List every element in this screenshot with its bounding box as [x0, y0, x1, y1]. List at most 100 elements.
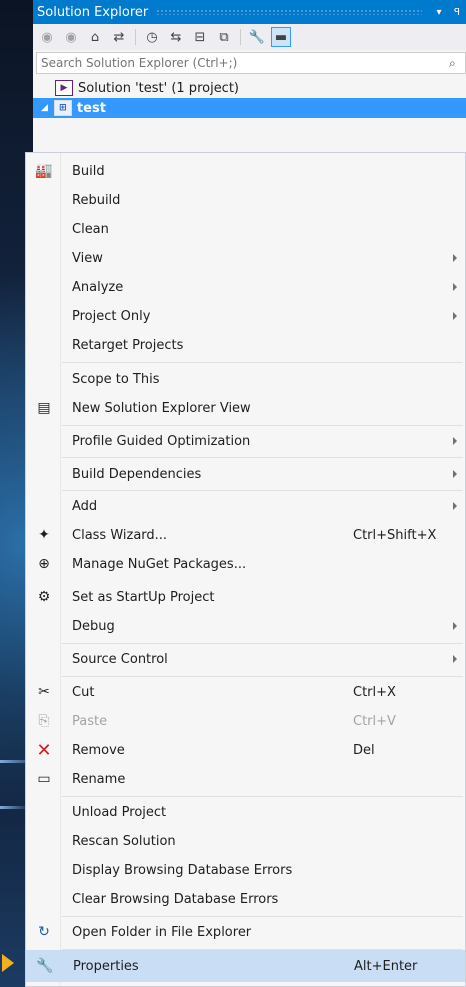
solution-explorer-titlebar: Solution Explorer ▾ ꟼ	[33, 0, 466, 24]
menu-separator	[62, 362, 463, 363]
menu-item-rescan-solution[interactable]: Rescan Solution	[26, 826, 465, 856]
menu-item-unload-project[interactable]: Unload Project	[26, 797, 465, 827]
menu-item-shortcut: Ctrl+X	[353, 684, 396, 700]
menu-item-label: Open Folder in File Explorer	[72, 924, 252, 940]
menu-item-shortcut: Ctrl+V	[353, 713, 396, 729]
tree-item-solution[interactable]: ▶ Solution 'test' (1 project)	[33, 78, 466, 98]
wrench-icon: 🔧	[36, 958, 54, 974]
expand-arrow-icon[interactable]: ◢	[41, 103, 48, 113]
preview-icon[interactable]: ▬	[271, 27, 291, 47]
search-input[interactable]	[37, 55, 449, 71]
menu-item-label: Rename	[72, 771, 126, 787]
menu-item-label: Rescan Solution	[72, 833, 176, 849]
menu-item-set-as-startup-project[interactable]: ⚙ Set as StartUp Project	[26, 582, 465, 612]
menu-item-shortcut: Ctrl+Shift+X	[353, 527, 437, 543]
menu-item-analyze[interactable]: Analyze	[26, 272, 465, 302]
build-icon: 🏭	[35, 163, 53, 179]
menu-item-properties[interactable]: 🔧 Properties Alt+Enter	[26, 950, 465, 982]
tree-item-project[interactable]: ◢ ⊞ test	[33, 98, 466, 118]
submenu-arrow-icon	[453, 312, 457, 320]
menu-item-open-folder-in-file-explorer[interactable]: ↻ Open Folder in File Explorer	[26, 917, 465, 947]
window-position-icon[interactable]: ▾	[430, 7, 448, 18]
menu-item-manage-nuget-packages[interactable]: ⊕ Manage NuGet Packages...	[26, 549, 465, 579]
menu-item-remove[interactable]: ✕ Remove Del	[26, 735, 465, 765]
show-all-files-icon[interactable]: ⧉	[214, 27, 234, 47]
menu-item-retarget-projects[interactable]: Retarget Projects	[26, 330, 465, 360]
search-icon[interactable]: ⌕	[449, 56, 465, 71]
submenu-arrow-icon	[453, 655, 457, 663]
menu-item-clean[interactable]: Clean	[26, 214, 465, 244]
class-wizard-icon: ✦	[38, 527, 50, 543]
menu-item-view[interactable]: View	[26, 243, 465, 273]
history-icon[interactable]: ◷	[142, 27, 162, 47]
pin-icon[interactable]: ꟼ	[448, 7, 466, 18]
pending-changes-icon[interactable]: ⇆	[166, 27, 186, 47]
menu-item-label: Debug	[72, 618, 115, 634]
menu-item-clear-browsing-database-errors[interactable]: Clear Browsing Database Errors	[26, 884, 465, 914]
menu-item-scope-to-this[interactable]: Scope to This	[26, 364, 465, 394]
context-menu: 🏭 Build Rebuild Clean View Analyze Proje…	[25, 152, 466, 987]
submenu-arrow-icon	[453, 502, 457, 510]
paste-icon: ⎘	[38, 713, 50, 729]
menu-item-class-wizard[interactable]: ✦ Class Wizard... Ctrl+Shift+X	[26, 520, 465, 550]
menu-item-debug[interactable]: Debug	[26, 611, 465, 641]
menu-item-label: Unload Project	[72, 804, 167, 820]
menu-item-new-solution-explorer-view[interactable]: ▤ New Solution Explorer View	[26, 393, 465, 423]
tree-item-label: test	[76, 100, 106, 116]
forward-icon[interactable]: ◉	[61, 27, 81, 47]
solution-icon: ▶	[55, 80, 73, 96]
menu-item-source-control[interactable]: Source Control	[26, 644, 465, 674]
menu-item-profile-guided-optimization[interactable]: Profile Guided Optimization	[26, 426, 465, 456]
menu-item-build-dependencies[interactable]: Build Dependencies	[26, 459, 465, 489]
properties-icon[interactable]: 🔧	[247, 27, 267, 47]
back-icon[interactable]: ◉	[37, 27, 57, 47]
new-view-icon: ▤	[37, 400, 51, 416]
menu-item-label: Set as StartUp Project	[72, 589, 215, 605]
menu-item-label: Build Dependencies	[72, 466, 202, 482]
nuget-icon: ⊕	[38, 556, 50, 572]
solution-explorer-toolbar: ◉ ◉ ⌂ ⇄ ◷ ⇆ ⊟ ⧉ 🔧 ▬	[33, 24, 466, 50]
menu-item-label: Cut	[72, 684, 95, 700]
toolbar-separator	[240, 29, 241, 45]
menu-item-label: Paste	[72, 713, 108, 729]
menu-item-rebuild[interactable]: Rebuild	[26, 185, 465, 215]
menu-item-add[interactable]: Add	[26, 491, 465, 521]
search-box: ⌕	[36, 52, 466, 74]
collapse-icon[interactable]: ⊟	[190, 27, 210, 47]
toolbar-separator	[135, 29, 136, 45]
submenu-arrow-icon	[453, 622, 457, 630]
menu-item-label: Add	[72, 498, 98, 514]
home-icon[interactable]: ⌂	[85, 27, 105, 47]
menu-item-label: Build	[72, 163, 105, 179]
menu-item-shortcut: Del	[353, 742, 375, 758]
menu-item-label: Retarget Projects	[72, 337, 184, 353]
menu-item-label: Remove	[72, 742, 125, 758]
menu-item-shortcut: Alt+Enter	[354, 958, 418, 974]
menu-item-label: Profile Guided Optimization	[72, 433, 251, 449]
menu-item-paste[interactable]: ⎘ Paste Ctrl+V	[26, 706, 465, 736]
remove-icon: ✕	[36, 739, 52, 761]
menu-item-cut[interactable]: ✂ Cut Ctrl+X	[26, 677, 465, 707]
submenu-arrow-icon	[453, 470, 457, 478]
menu-item-label: Clear Browsing Database Errors	[72, 891, 279, 907]
sync-icon[interactable]: ⇄	[109, 27, 129, 47]
panel-title: Solution Explorer	[37, 4, 149, 20]
project-icon: ⊞	[53, 100, 72, 116]
menu-item-display-browsing-database-errors[interactable]: Display Browsing Database Errors	[26, 855, 465, 885]
menu-item-label: Rebuild	[72, 192, 121, 208]
titlebar-grip	[156, 9, 422, 15]
menu-separator	[62, 457, 463, 458]
tree-item-label: Solution 'test' (1 project)	[78, 80, 240, 96]
menu-item-build[interactable]: 🏭 Build	[26, 156, 465, 186]
submenu-arrow-icon	[453, 437, 457, 445]
menu-item-label: Display Browsing Database Errors	[72, 862, 293, 878]
menu-item-label: Class Wizard...	[72, 527, 168, 543]
menu-item-label: New Solution Explorer View	[72, 400, 251, 416]
submenu-arrow-icon	[453, 254, 457, 262]
menu-item-label: Clean	[72, 221, 109, 237]
start-arrow-icon	[2, 954, 14, 972]
submenu-arrow-icon	[453, 283, 457, 291]
menu-item-label: Analyze	[72, 279, 124, 295]
menu-item-rename[interactable]: ▭ Rename	[26, 764, 465, 794]
menu-item-project-only[interactable]: Project Only	[26, 301, 465, 331]
